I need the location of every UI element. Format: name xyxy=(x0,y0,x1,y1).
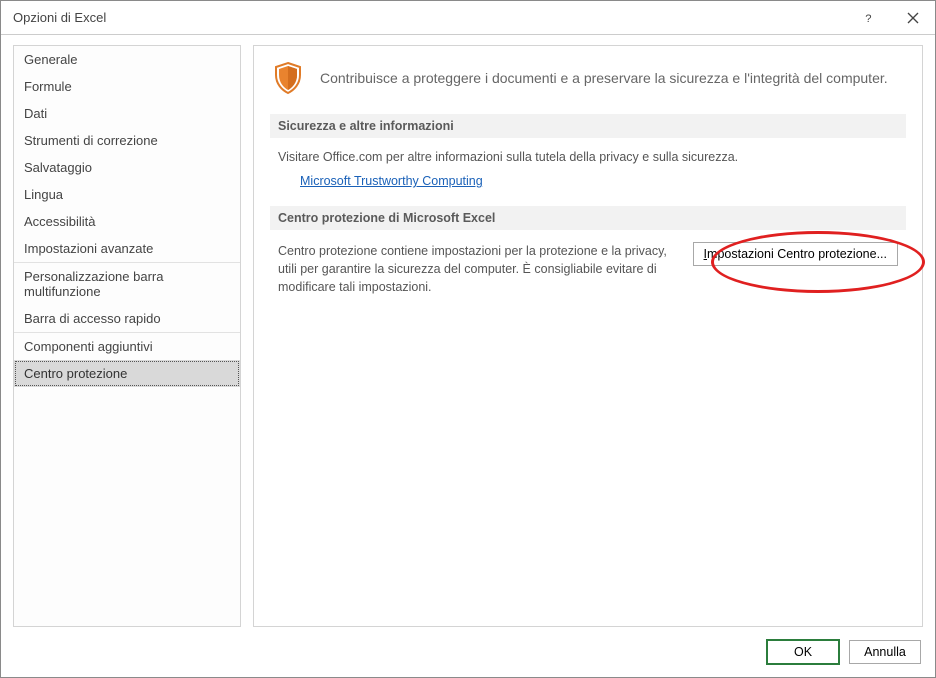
sidebar-item-label: Impostazioni avanzate xyxy=(24,241,153,256)
sidebar-item-label: Componenti aggiuntivi xyxy=(24,339,153,354)
sidebar-item-lingua[interactable]: Lingua xyxy=(14,181,240,208)
dialog-footer: OK Annulla xyxy=(1,627,935,677)
security-text: Visitare Office.com per altre informazio… xyxy=(278,150,898,164)
sidebar-item-accessibilita[interactable]: Accessibilità xyxy=(14,208,240,235)
sidebar-item-impostazioni[interactable]: Impostazioni avanzate xyxy=(14,235,240,263)
dialog-body: Generale Formule Dati Strumenti di corre… xyxy=(1,35,935,627)
sidebar-item-label: Lingua xyxy=(24,187,63,202)
trust-description: Centro protezione contiene impostazioni … xyxy=(278,242,669,296)
trust-center-settings-button[interactable]: Impostazioni Centro protezione... xyxy=(693,242,898,266)
sidebar-item-label: Formule xyxy=(24,79,72,94)
sidebar-item-personalizzazione[interactable]: Personalizzazione barra multifunzione xyxy=(14,263,240,305)
section-body-security: Visitare Office.com per altre informazio… xyxy=(270,150,906,198)
trust-button-label: mpostazioni Centro protezione... xyxy=(707,247,887,261)
sidebar-item-label: Strumenti di correzione xyxy=(24,133,158,148)
sidebar-item-label: Accessibilità xyxy=(24,214,96,229)
section-header-trust: Centro protezione di Microsoft Excel xyxy=(270,206,906,230)
sidebar-item-barra[interactable]: Barra di accesso rapido xyxy=(14,305,240,333)
window-title: Opzioni di Excel xyxy=(13,10,847,25)
sidebar-item-label: Salvataggio xyxy=(24,160,92,175)
sidebar-item-label: Personalizzazione barra multifunzione xyxy=(24,269,163,299)
sidebar-item-componenti[interactable]: Componenti aggiuntivi xyxy=(14,333,240,360)
ok-button[interactable]: OK xyxy=(767,640,839,664)
help-icon: ? xyxy=(863,12,875,24)
sidebar-item-label: Generale xyxy=(24,52,77,67)
sidebar-item-strumenti[interactable]: Strumenti di correzione xyxy=(14,127,240,154)
section-header-security: Sicurezza e altre informazioni xyxy=(270,114,906,138)
trustworthy-link[interactable]: Microsoft Trustworthy Computing xyxy=(300,174,483,188)
close-icon xyxy=(907,12,919,24)
content-header-text: Contribuisce a proteggere i documenti e … xyxy=(320,70,888,86)
sidebar-item-label: Centro protezione xyxy=(24,366,127,381)
content-header: Contribuisce a proteggere i documenti e … xyxy=(270,60,906,96)
sidebar-item-label: Dati xyxy=(24,106,47,121)
sidebar-item-formule[interactable]: Formule xyxy=(14,73,240,100)
content-pane: Contribuisce a proteggere i documenti e … xyxy=(253,45,923,627)
sidebar-item-salvataggio[interactable]: Salvataggio xyxy=(14,154,240,181)
titlebar: Opzioni di Excel ? xyxy=(1,1,935,35)
close-button[interactable] xyxy=(891,1,935,35)
svg-text:?: ? xyxy=(865,12,871,23)
shield-icon xyxy=(270,60,306,96)
section-body-trust: Centro protezione contiene impostazioni … xyxy=(270,242,906,306)
cancel-button[interactable]: Annulla xyxy=(849,640,921,664)
help-button[interactable]: ? xyxy=(847,1,891,35)
trust-row: Centro protezione contiene impostazioni … xyxy=(278,242,898,296)
options-dialog: Opzioni di Excel ? Generale Formule Dati… xyxy=(0,0,936,678)
sidebar-item-dati[interactable]: Dati xyxy=(14,100,240,127)
sidebar-item-label: Barra di accesso rapido xyxy=(24,311,161,326)
sidebar-item-generale[interactable]: Generale xyxy=(14,46,240,73)
sidebar: Generale Formule Dati Strumenti di corre… xyxy=(13,45,241,627)
sidebar-item-centro-protezione[interactable]: Centro protezione xyxy=(14,360,240,387)
